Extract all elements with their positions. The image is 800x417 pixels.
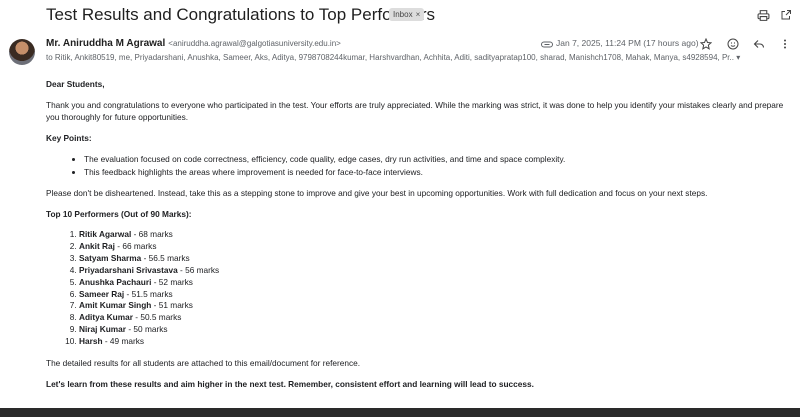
star-icon[interactable] (698, 36, 714, 52)
performer-marks: - 51 marks (151, 300, 193, 311)
performer-name: Priyadarshani Srivastava (79, 264, 178, 275)
greeting: Dear Students, (46, 79, 105, 89)
inbox-label-chip[interactable]: Inbox × (389, 8, 425, 21)
performer-marks: - 56.5 marks (141, 252, 190, 263)
performer-item: Amit Kumar Singh - 51 marks (79, 300, 786, 312)
performer-item: Sameer Raj - 51.5 marks (79, 289, 786, 301)
top-performers-list: Ritik Agarwal - 68 marks Ankit Raj - 66 … (79, 229, 786, 348)
key-point-item: The evaluation focused on code correctne… (84, 153, 786, 165)
closing-line: Let's learn from these results and aim h… (46, 379, 534, 390)
key-point-item: This feedback highlights the areas where… (84, 166, 786, 178)
performer-marks: - 49 marks (102, 336, 145, 347)
performer-marks: - 66 marks (114, 240, 157, 251)
performer-item: Ritik Agarwal - 68 marks (79, 229, 786, 241)
email-subject: Test Results and Congratulations to Top … (46, 5, 435, 24)
attached-note: The detailed results for all students ar… (46, 358, 361, 369)
subject-row: Test Results and Congratulations to Top … (0, 0, 800, 30)
printer-icon[interactable] (755, 7, 771, 23)
sender-name[interactable]: Mr. Aniruddha M Agrawal (46, 38, 165, 49)
performer-marks: - 52 marks (151, 276, 193, 287)
email-body: Dear Students, Thank you and congratulat… (46, 78, 786, 399)
bottom-taskbar-strip (0, 408, 800, 417)
performer-item: Anushka Pachauri - 52 marks (79, 277, 786, 289)
performer-name: Aditya Kumar (79, 312, 133, 323)
emoji-icon[interactable] (725, 36, 741, 52)
attachment-icon (539, 36, 555, 52)
performer-item: Niraj Kumar - 50 marks (79, 324, 786, 336)
key-points-list: The evaluation focused on code correctne… (84, 153, 786, 178)
inbox-label-text: Inbox (393, 10, 413, 19)
performer-name: Anushka Pachauri (79, 276, 152, 287)
performer-name: Harsh (79, 336, 103, 347)
avatar (9, 39, 35, 65)
performer-name: Sameer Raj (79, 288, 125, 299)
performer-name: Ritik Agarwal (79, 229, 132, 239)
performer-marks: - 56 marks (177, 264, 220, 275)
performer-name: Ankit Raj (79, 240, 115, 251)
performer-item: Ankit Raj - 66 marks (79, 241, 786, 253)
performer-item: Harsh - 49 marks (79, 336, 786, 348)
performer-name: Niraj Kumar (79, 324, 127, 335)
performer-item: Satyam Sharma - 56.5 marks (79, 253, 786, 265)
performer-name: Amit Kumar Singh (79, 300, 152, 311)
more-vert-icon[interactable] (777, 36, 793, 52)
encouragement-paragraph: Please don't be disheartened. Instead, t… (46, 188, 708, 198)
top-performers-heading: Top 10 Performers (Out of 90 Marks): (46, 209, 192, 219)
email-date: Jan 7, 2025, 11:24 PM (17 hours ago) (556, 38, 699, 48)
performer-marks: - 50.5 marks (132, 312, 182, 323)
open-in-new-window-icon[interactable] (778, 7, 794, 23)
performer-name: Satyam Sharma (79, 252, 142, 263)
sender-email: <aniruddha.agrawal@galgotiasuniversity.e… (168, 39, 341, 48)
performer-marks: - 50 marks (126, 324, 168, 335)
recipients-line[interactable]: to Ritik, Ankit80519, me, Priyadarshani,… (46, 53, 746, 62)
remove-label-icon[interactable]: × (416, 10, 421, 19)
intro-paragraph: Thank you and congratulations to everyon… (46, 100, 784, 122)
key-points-heading: Key Points: (46, 133, 92, 143)
sender-line: Mr. Aniruddha M Agrawal <aniruddha.agrawa… (46, 38, 341, 49)
reply-icon[interactable] (751, 36, 767, 52)
performer-item: Priyadarshani Srivastava - 56 marks (79, 265, 786, 277)
performer-marks: - 68 marks (131, 229, 173, 239)
performer-marks: - 51.5 marks (124, 288, 173, 299)
performer-item: Aditya Kumar - 50.5 marks (79, 312, 786, 324)
